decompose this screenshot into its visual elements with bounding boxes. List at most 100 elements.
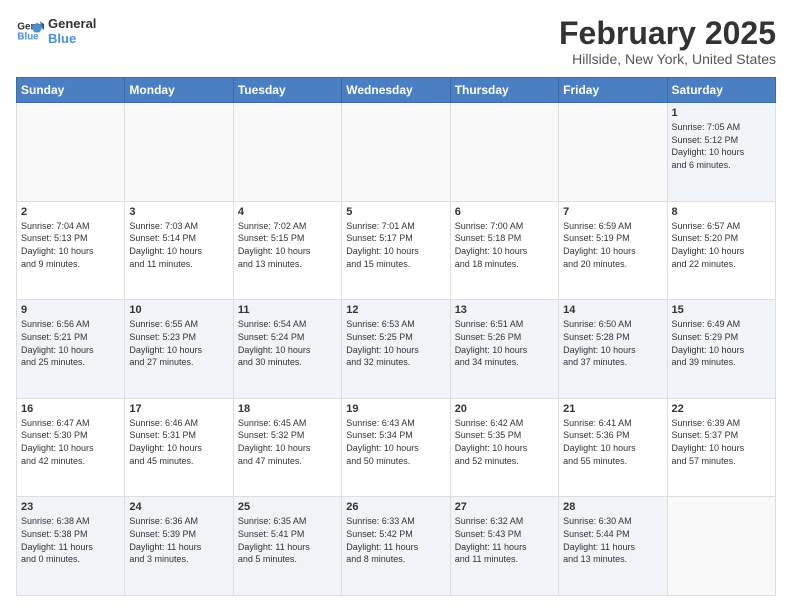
logo: General Blue General Blue xyxy=(16,16,96,46)
day-number: 28 xyxy=(563,501,662,513)
main-title: February 2025 xyxy=(559,16,776,51)
col-tuesday: Tuesday xyxy=(233,78,341,103)
logo-text-general: General xyxy=(48,16,96,31)
day-info: Sunrise: 6:30 AM Sunset: 5:44 PM Dayligh… xyxy=(563,515,662,565)
calendar-cell: 9Sunrise: 6:56 AM Sunset: 5:21 PM Daylig… xyxy=(17,300,125,399)
calendar-cell xyxy=(17,103,125,202)
day-number: 23 xyxy=(21,501,120,513)
day-number: 21 xyxy=(563,403,662,415)
day-number: 17 xyxy=(129,403,228,415)
day-number: 11 xyxy=(238,304,337,316)
col-saturday: Saturday xyxy=(667,78,775,103)
calendar-cell xyxy=(233,103,341,202)
day-info: Sunrise: 6:42 AM Sunset: 5:35 PM Dayligh… xyxy=(455,417,554,467)
calendar-cell: 18Sunrise: 6:45 AM Sunset: 5:32 PM Dayli… xyxy=(233,398,341,497)
day-info: Sunrise: 6:55 AM Sunset: 5:23 PM Dayligh… xyxy=(129,318,228,368)
calendar-cell: 15Sunrise: 6:49 AM Sunset: 5:29 PM Dayli… xyxy=(667,300,775,399)
calendar-cell: 17 Sunrise: 6:46 AM Sunset: 5:31 PM Dayli… xyxy=(125,398,233,497)
calendar-cell: 27 Sunrise: 6:32 AM Sunset: 5:43 PM Dayli… xyxy=(450,497,558,596)
calendar-week-row: 16 Sunrise: 6:47 AM Sunset: 5:30 PM Dayli… xyxy=(17,398,776,497)
day-number: 7 xyxy=(563,206,662,218)
day-number: 10 xyxy=(129,304,228,316)
day-number: 27 xyxy=(455,501,554,513)
calendar-cell: 8 Sunrise: 6:57 AM Sunset: 5:20 PM Daylig… xyxy=(667,201,775,300)
day-info: Sunrise: 6:51 AM Sunset: 5:26 PM Dayligh… xyxy=(455,318,554,368)
title-block: February 2025 Hillside, New York, United… xyxy=(559,16,776,67)
calendar-cell: 19Sunrise: 6:43 AM Sunset: 5:34 PM Dayli… xyxy=(342,398,450,497)
day-info: Sunrise: 6:36 AM Sunset: 5:39 PM Dayligh… xyxy=(129,515,228,565)
col-sunday: Sunday xyxy=(17,78,125,103)
day-info: Sunrise: 7:03 AM Sunset: 5:14 PM Dayligh… xyxy=(129,220,228,270)
logo-text-blue: Blue xyxy=(48,31,96,46)
day-number: 24 xyxy=(129,501,228,513)
day-info: Sunrise: 6:41 AM Sunset: 5:36 PM Dayligh… xyxy=(563,417,662,467)
day-number: 6 xyxy=(455,206,554,218)
day-number: 8 xyxy=(672,206,771,218)
calendar-week-row: 1 Sunrise: 7:05 AM Sunset: 5:12 PM Daylig… xyxy=(17,103,776,202)
calendar-cell: 12Sunrise: 6:53 AM Sunset: 5:25 PM Dayli… xyxy=(342,300,450,399)
day-info: Sunrise: 6:38 AM Sunset: 5:38 PM Dayligh… xyxy=(21,515,120,565)
day-info: Sunrise: 6:53 AM Sunset: 5:25 PM Dayligh… xyxy=(346,318,445,368)
subtitle: Hillside, New York, United States xyxy=(559,51,776,67)
day-info: Sunrise: 6:49 AM Sunset: 5:29 PM Dayligh… xyxy=(672,318,771,368)
calendar-cell: 20 Sunrise: 6:42 AM Sunset: 5:35 PM Dayli… xyxy=(450,398,558,497)
calendar-cell: 14 Sunrise: 6:50 AM Sunset: 5:28 PM Dayli… xyxy=(559,300,667,399)
calendar-cell: 23 Sunrise: 6:38 AM Sunset: 5:38 PM Dayli… xyxy=(17,497,125,596)
day-info: Sunrise: 6:50 AM Sunset: 5:28 PM Dayligh… xyxy=(563,318,662,368)
calendar-cell: 4 Sunrise: 7:02 AM Sunset: 5:15 PM Daylig… xyxy=(233,201,341,300)
calendar-cell: 3 Sunrise: 7:03 AM Sunset: 5:14 PM Daylig… xyxy=(125,201,233,300)
day-info: Sunrise: 7:00 AM Sunset: 5:18 PM Dayligh… xyxy=(455,220,554,270)
day-number: 9 xyxy=(21,304,120,316)
calendar-cell xyxy=(559,103,667,202)
day-info: Sunrise: 7:01 AM Sunset: 5:17 PM Dayligh… xyxy=(346,220,445,270)
day-info: Sunrise: 6:35 AM Sunset: 5:41 PM Dayligh… xyxy=(238,515,337,565)
day-number: 16 xyxy=(21,403,120,415)
day-number: 5 xyxy=(346,206,445,218)
col-wednesday: Wednesday xyxy=(342,78,450,103)
day-number: 3 xyxy=(129,206,228,218)
day-number: 14 xyxy=(563,304,662,316)
day-number: 1 xyxy=(672,107,771,119)
day-number: 18 xyxy=(238,403,337,415)
day-info: Sunrise: 7:04 AM Sunset: 5:13 PM Dayligh… xyxy=(21,220,120,270)
day-info: Sunrise: 7:05 AM Sunset: 5:12 PM Dayligh… xyxy=(672,121,771,171)
calendar-cell: 24 Sunrise: 6:36 AM Sunset: 5:39 PM Dayli… xyxy=(125,497,233,596)
day-info: Sunrise: 6:47 AM Sunset: 5:30 PM Dayligh… xyxy=(21,417,120,467)
calendar-header-row: Sunday Monday Tuesday Wednesday Thursday… xyxy=(17,78,776,103)
calendar-cell: 7 Sunrise: 6:59 AM Sunset: 5:19 PM Daylig… xyxy=(559,201,667,300)
calendar-cell: 22 Sunrise: 6:39 AM Sunset: 5:37 PM Dayli… xyxy=(667,398,775,497)
calendar-cell: 26 Sunrise: 6:33 AM Sunset: 5:42 PM Dayli… xyxy=(342,497,450,596)
calendar-week-row: 9Sunrise: 6:56 AM Sunset: 5:21 PM Daylig… xyxy=(17,300,776,399)
calendar-cell: 28 Sunrise: 6:30 AM Sunset: 5:44 PM Dayli… xyxy=(559,497,667,596)
day-info: Sunrise: 6:46 AM Sunset: 5:31 PM Dayligh… xyxy=(129,417,228,467)
calendar-cell: 6 Sunrise: 7:00 AM Sunset: 5:18 PM Daylig… xyxy=(450,201,558,300)
page: General Blue General Blue February 2025 … xyxy=(0,0,792,612)
day-info: Sunrise: 7:02 AM Sunset: 5:15 PM Dayligh… xyxy=(238,220,337,270)
day-info: Sunrise: 6:54 AM Sunset: 5:24 PM Dayligh… xyxy=(238,318,337,368)
col-monday: Monday xyxy=(125,78,233,103)
day-number: 22 xyxy=(672,403,771,415)
calendar-week-row: 23 Sunrise: 6:38 AM Sunset: 5:38 PM Dayli… xyxy=(17,497,776,596)
day-info: Sunrise: 6:32 AM Sunset: 5:43 PM Dayligh… xyxy=(455,515,554,565)
calendar-cell xyxy=(450,103,558,202)
calendar-cell: 21 Sunrise: 6:41 AM Sunset: 5:36 PM Dayli… xyxy=(559,398,667,497)
day-number: 4 xyxy=(238,206,337,218)
calendar-cell: 13 Sunrise: 6:51 AM Sunset: 5:26 PM Dayli… xyxy=(450,300,558,399)
calendar-week-row: 2 Sunrise: 7:04 AM Sunset: 5:13 PM Daylig… xyxy=(17,201,776,300)
day-number: 20 xyxy=(455,403,554,415)
col-friday: Friday xyxy=(559,78,667,103)
day-number: 26 xyxy=(346,501,445,513)
calendar-cell: 10 Sunrise: 6:55 AM Sunset: 5:23 PM Dayli… xyxy=(125,300,233,399)
calendar-table: Sunday Monday Tuesday Wednesday Thursday… xyxy=(16,77,776,596)
calendar-cell: 5 Sunrise: 7:01 AM Sunset: 5:17 PM Daylig… xyxy=(342,201,450,300)
day-number: 2 xyxy=(21,206,120,218)
day-info: Sunrise: 6:59 AM Sunset: 5:19 PM Dayligh… xyxy=(563,220,662,270)
calendar-cell xyxy=(667,497,775,596)
svg-text:Blue: Blue xyxy=(17,31,39,42)
day-info: Sunrise: 6:57 AM Sunset: 5:20 PM Dayligh… xyxy=(672,220,771,270)
day-info: Sunrise: 6:33 AM Sunset: 5:42 PM Dayligh… xyxy=(346,515,445,565)
calendar-cell: 25Sunrise: 6:35 AM Sunset: 5:41 PM Dayli… xyxy=(233,497,341,596)
day-info: Sunrise: 6:39 AM Sunset: 5:37 PM Dayligh… xyxy=(672,417,771,467)
day-number: 13 xyxy=(455,304,554,316)
calendar-cell xyxy=(342,103,450,202)
